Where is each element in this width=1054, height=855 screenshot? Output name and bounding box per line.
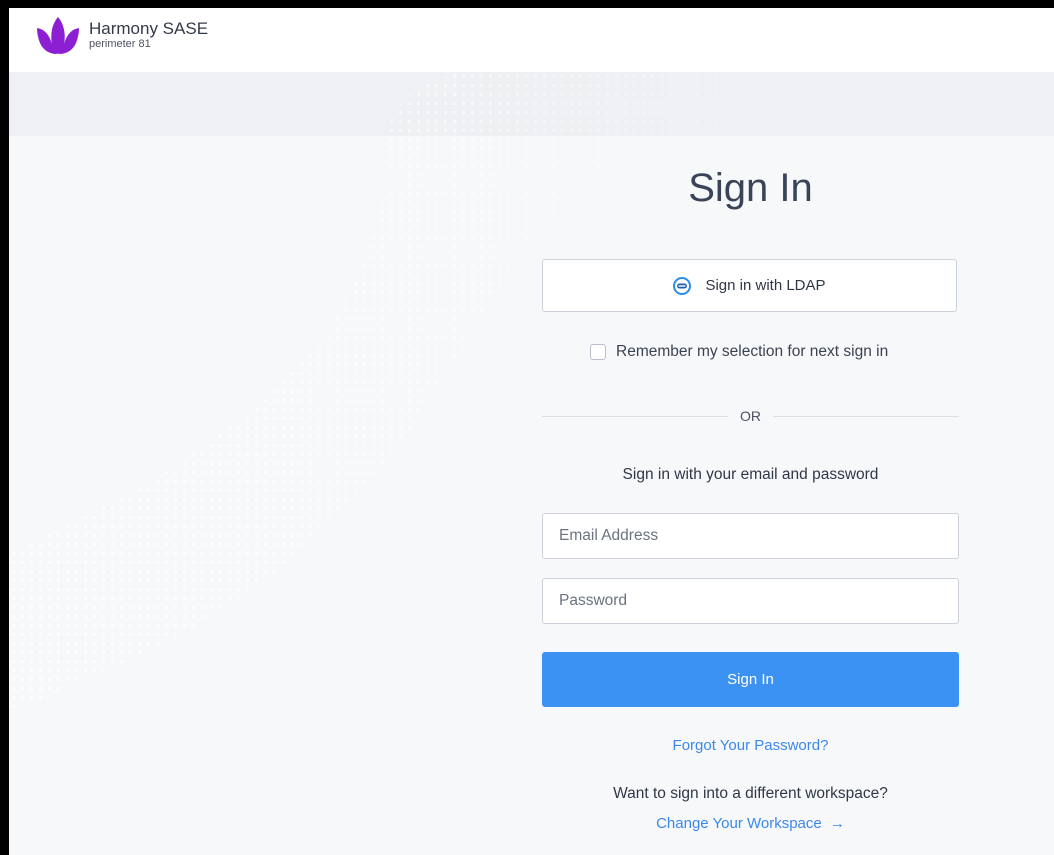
remember-label: Remember my selection for next sign in — [616, 343, 889, 360]
brand-logo[interactable]: Harmony SASE perimeter 81 — [35, 15, 208, 55]
ldap-button-label: Sign in with LDAP — [705, 277, 826, 294]
or-divider: OR — [542, 406, 959, 428]
page-title: Sign In — [688, 166, 813, 210]
email-signin-subtitle: Sign in with your email and password — [622, 466, 879, 483]
change-workspace-link[interactable]: Change Your Workspace → — [542, 815, 959, 832]
brand-text: Harmony SASE perimeter 81 — [89, 20, 208, 50]
brand-subtitle: perimeter 81 — [89, 38, 151, 50]
arrow-right-icon: → — [829, 815, 845, 832]
password-field[interactable] — [542, 578, 959, 624]
app-frame: Harmony SASE perimeter 81 Sign In Sign i… — [9, 8, 1054, 855]
sign-in-ldap-button[interactable]: Sign in with LDAP — [542, 259, 957, 312]
top-bar: Harmony SASE perimeter 81 — [9, 8, 1054, 72]
divider-line-left — [542, 416, 728, 417]
divider-line-right — [773, 416, 959, 417]
email-field[interactable] — [542, 513, 959, 559]
lotus-logo-icon — [37, 17, 79, 54]
sign-in-button[interactable]: Sign In — [542, 652, 959, 707]
header-strip — [9, 72, 1054, 136]
ldap-icon — [673, 276, 692, 295]
workspace-question: Want to sign into a different workspace? — [613, 785, 888, 802]
remember-checkbox[interactable] — [590, 344, 606, 360]
change-workspace-label: Change Your Workspace — [656, 815, 822, 832]
forgot-password-link[interactable]: Forgot Your Password? — [542, 737, 959, 754]
divider-text: OR — [740, 408, 761, 424]
brand-title: Harmony SASE — [89, 19, 209, 38]
remember-selection[interactable]: Remember my selection for next sign in — [590, 343, 888, 361]
